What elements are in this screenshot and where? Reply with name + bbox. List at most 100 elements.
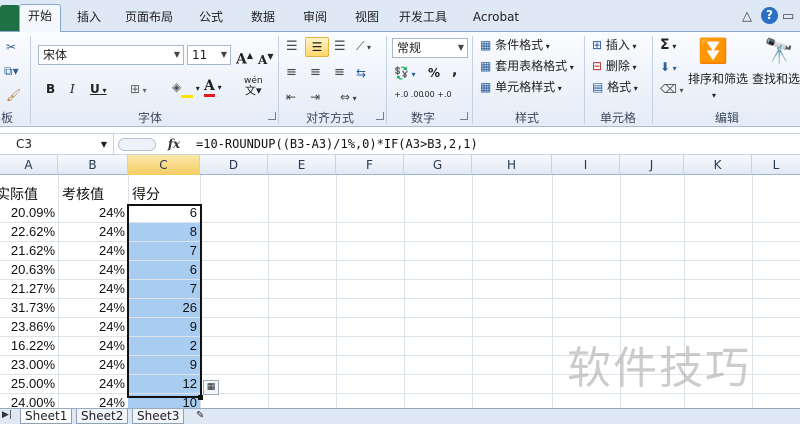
insert-function-icon[interactable]: fx [160, 134, 188, 155]
column-header[interactable]: D [200, 155, 268, 175]
restore-window-icon[interactable]: ▭ [782, 9, 794, 24]
cell-target[interactable]: 24% [58, 394, 128, 408]
cell-target[interactable]: 24% [58, 356, 128, 374]
number-dialog-launcher[interactable] [460, 112, 468, 120]
wrap-text-icon[interactable]: ⇆ [356, 64, 366, 82]
find-select-button[interactable]: 查找和选择 [752, 70, 800, 88]
align-left-icon[interactable]: ≡ [286, 64, 297, 82]
fill-handle[interactable] [198, 395, 203, 400]
copy-icon[interactable]: ⧉▾ [4, 62, 19, 80]
header-cell-actual[interactable]: 实际值 [0, 186, 58, 204]
cell-actual[interactable]: 16.22% [0, 337, 58, 355]
align-center-icon[interactable]: ≡ [310, 64, 321, 82]
formula-bar-splitter[interactable] [118, 138, 156, 151]
minimize-ribbon-icon[interactable]: △ [742, 9, 752, 24]
sheet-tab-2[interactable]: Sheet2 [76, 409, 129, 424]
percent-button[interactable]: % [428, 64, 440, 82]
autofill-options-icon[interactable]: ▦ [203, 380, 219, 395]
shrink-font-button[interactable]: A▼ [258, 47, 273, 69]
cell-actual[interactable]: 21.62% [0, 242, 58, 260]
cell-actual[interactable]: 20.63% [0, 261, 58, 279]
cell-target[interactable]: 24% [58, 318, 128, 336]
cell-actual[interactable]: 22.62% [0, 223, 58, 241]
tab-page-layout[interactable]: 页面布局 [118, 6, 180, 32]
increase-indent-icon[interactable]: ⇥ [310, 88, 320, 106]
tab-acrobat[interactable]: Acrobat [466, 6, 526, 32]
column-header[interactable]: L [752, 155, 800, 175]
font-color-button[interactable]: A ▾ [204, 77, 222, 97]
cell-actual[interactable]: 23.86% [0, 318, 58, 336]
column-header[interactable]: K [684, 155, 752, 175]
phonetic-button[interactable]: wén 文▾ [244, 76, 263, 97]
tab-review[interactable]: 审阅 [292, 6, 338, 32]
header-cell-target[interactable]: 考核值 [62, 186, 128, 204]
fill-button[interactable]: ⬇ ▾ [660, 58, 677, 78]
sheet-tab-1[interactable]: Sheet1 [20, 409, 73, 424]
alignment-dialog-launcher[interactable] [376, 112, 384, 120]
cell-actual[interactable]: 25.00% [0, 375, 58, 393]
column-header[interactable]: A [0, 155, 58, 175]
number-format-select[interactable]: 常规 ▼ [392, 38, 468, 58]
cell-actual[interactable]: 20.09% [0, 204, 58, 222]
column-header[interactable]: G [404, 155, 472, 175]
format-as-table-button[interactable]: ▦ 套用表格格式 ▾ [480, 57, 574, 77]
font-size-select[interactable]: 11 ▼ [187, 45, 231, 65]
help-icon[interactable]: ? [761, 7, 778, 24]
column-header[interactable]: J [620, 155, 684, 175]
tab-developer[interactable]: 开发工具 [392, 6, 454, 32]
column-header[interactable]: I [552, 155, 620, 175]
insert-cells-button[interactable]: ⊞ 插入 ▾ [592, 36, 636, 56]
column-header[interactable]: H [472, 155, 552, 175]
delete-cells-button[interactable]: ⊟ 删除 ▾ [592, 57, 636, 77]
bold-button[interactable]: B [46, 80, 55, 98]
tab-formulas[interactable]: 公式 [188, 6, 234, 32]
decrease-decimal-button[interactable]: .00 +.0 [422, 90, 452, 99]
cell-target[interactable]: 24% [58, 280, 128, 298]
sort-filter-button[interactable]: 排序和筛选 [688, 70, 748, 88]
cell-actual[interactable]: 21.27% [0, 280, 58, 298]
cell-styles-button[interactable]: ▦ 单元格样式 ▾ [480, 78, 562, 98]
format-painter-icon[interactable]: 🖌 [6, 86, 21, 104]
align-top-icon[interactable]: ☰ [286, 38, 298, 56]
column-header[interactable]: F [336, 155, 404, 175]
align-bottom-icon[interactable]: ☰ [334, 38, 346, 56]
formula-input[interactable]: =10-ROUNDUP((B3-A3)/1%,0)*IF(A3>B3,2,1) [196, 134, 478, 155]
cell-actual[interactable]: 31.73% [0, 299, 58, 317]
fill-color-button[interactable]: ◈ ▾ [172, 78, 200, 98]
align-right-icon[interactable]: ≡ [334, 64, 345, 82]
grow-font-button[interactable]: A▲ [236, 46, 253, 69]
insert-sheet-icon[interactable]: ✎ [196, 410, 204, 421]
cell-target[interactable]: 24% [58, 375, 128, 393]
borders-button[interactable]: ⊞ ▾ [130, 80, 147, 100]
currency-button[interactable]: 💱 ▾ [394, 64, 416, 84]
tab-data[interactable]: 数据 [240, 6, 286, 32]
tab-insert[interactable]: 插入 [68, 6, 110, 32]
format-cells-button[interactable]: ▤ 格式 ▾ [592, 78, 638, 98]
cell-target[interactable]: 24% [58, 242, 128, 260]
clear-button[interactable]: ⌫ ▾ [660, 80, 684, 100]
cell-target[interactable]: 24% [58, 223, 128, 241]
merge-center-button[interactable]: ⇔ ▾ [340, 88, 357, 108]
comma-button[interactable]: , [452, 62, 457, 80]
cell-actual[interactable]: 23.00% [0, 356, 58, 374]
tab-view[interactable]: 视图 [344, 6, 390, 32]
orientation-button[interactable]: ⟋ ▾ [356, 37, 371, 57]
font-name-select[interactable]: 宋体 ▼ [38, 45, 184, 65]
name-box[interactable]: C3 ▼ [0, 134, 114, 155]
font-dialog-launcher[interactable] [268, 112, 276, 120]
italic-button[interactable]: I [70, 80, 75, 98]
file-tab[interactable] [0, 5, 20, 31]
cell-target[interactable]: 24% [58, 204, 128, 222]
cut-icon[interactable]: ✂ [6, 38, 16, 56]
autosum-button[interactable]: Σ ▾ [660, 36, 676, 56]
cell-target[interactable]: 24% [58, 261, 128, 279]
column-header[interactable]: B [58, 155, 128, 175]
conditional-format-button[interactable]: ▦ 条件格式 ▾ [480, 36, 550, 56]
column-header[interactable]: E [268, 155, 336, 175]
decrease-indent-icon[interactable]: ⇤ [286, 88, 296, 106]
cell-target[interactable]: 24% [58, 299, 128, 317]
cell-actual[interactable]: 24.00% [0, 394, 58, 408]
increase-decimal-button[interactable]: +.0 .00 [394, 90, 424, 99]
sheet-nav-icon[interactable]: ▶| [2, 410, 12, 420]
header-cell-score[interactable]: 得分 [132, 186, 200, 204]
